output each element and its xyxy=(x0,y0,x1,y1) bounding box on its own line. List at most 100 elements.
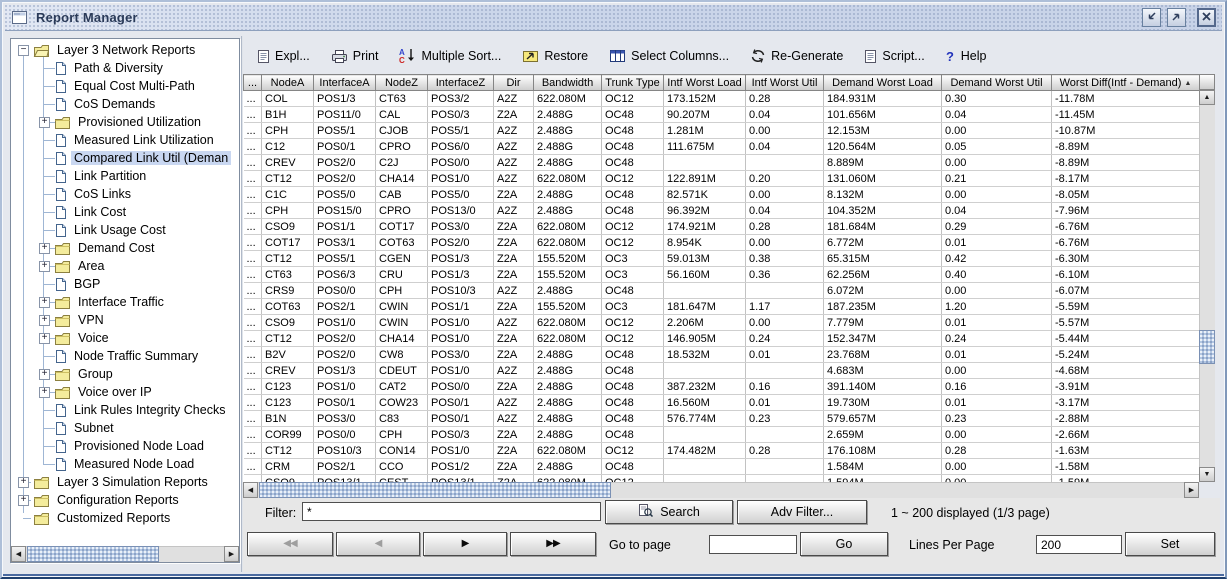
table-row[interactable]: ...CRMPOS2/1CCOPOS1/2Z2A2.488GOC481.584M… xyxy=(244,459,1200,475)
lines-per-page-input[interactable] xyxy=(1036,535,1122,554)
expand-icon[interactable]: + xyxy=(39,333,50,344)
tree-item-area[interactable]: +Area xyxy=(12,257,238,275)
table-horizontal-scrollbar[interactable]: ◀ ▶ xyxy=(243,482,1199,498)
expand-icon[interactable]: + xyxy=(39,369,50,380)
vertical-scrollbar-thumb[interactable] xyxy=(1199,330,1215,364)
search-button[interactable]: Search xyxy=(605,500,733,524)
last-page-button[interactable]: ▶▶ xyxy=(510,532,596,556)
tree-scroll-left-button[interactable]: ◀ xyxy=(11,546,26,562)
scroll-up-button[interactable]: ▲ xyxy=(1199,90,1215,105)
tree-item-provisioned-node-load[interactable]: Provisioned Node Load xyxy=(12,437,238,455)
tree-item-configuration-reports[interactable]: +Configuration Reports xyxy=(12,491,238,509)
column-header-trunk-type[interactable]: Trunk Type xyxy=(602,75,664,91)
previous-page-button[interactable]: ◀ xyxy=(336,532,420,556)
table-row[interactable]: ...COT63POS2/1CWINPOS1/1Z2A155.520MOC318… xyxy=(244,299,1200,315)
column-header-worst-diff-intf-demand[interactable]: Worst Diff(Intf - Demand)▲ xyxy=(1052,75,1200,91)
table-row[interactable]: ...CPHPOS5/1CJOBPOS5/1A2Z2.488GOC481.281… xyxy=(244,123,1200,139)
tree-scrollbar-thumb[interactable] xyxy=(27,546,159,562)
table-row[interactable]: ...COT17POS3/1COT63POS2/0Z2A622.080MOC12… xyxy=(244,235,1200,251)
tree-item-link-cost[interactable]: Link Cost xyxy=(12,203,238,221)
table-row[interactable]: ...C1CPOS5/0CABPOS5/0Z2A2.488GOC4882.571… xyxy=(244,187,1200,203)
tree-item-link-rules-integrity-checks[interactable]: Link Rules Integrity Checks xyxy=(12,401,238,419)
minimize-button[interactable] xyxy=(1142,8,1161,27)
column-header-bandwidth[interactable]: Bandwidth xyxy=(534,75,602,91)
table-row[interactable]: ...CREVPOS1/3CDEUTPOS1/0A2Z2.488GOC484.6… xyxy=(244,363,1200,379)
tree-item-measured-node-load[interactable]: Measured Node Load xyxy=(12,455,238,473)
table-row[interactable]: ...CT12POS2/0CHA14POS1/0A2Z622.080MOC121… xyxy=(244,171,1200,187)
expand-icon[interactable]: + xyxy=(39,297,50,308)
expand-icon[interactable]: + xyxy=(39,243,50,254)
table-row[interactable]: ...C12POS0/1CPROPOS6/0A2Z2.488GOC48111.6… xyxy=(244,139,1200,155)
table-row[interactable]: ...CT63POS6/3CRUPOS1/3Z2A155.520MOC356.1… xyxy=(244,267,1200,283)
expand-icon[interactable]: + xyxy=(18,495,29,506)
tree-item-provisioned-utilization[interactable]: +Provisioned Utilization xyxy=(12,113,238,131)
table-row[interactable]: ...COR99POS0/0CPHPOS0/3Z2A2.488GOC482.65… xyxy=(244,427,1200,443)
table-row[interactable]: ...CT12POS2/0CHA14POS1/0Z2A622.080MOC121… xyxy=(244,331,1200,347)
table-row[interactable]: ...CRS9POS0/0CPHPOS10/3A2Z2.488GOC486.07… xyxy=(244,283,1200,299)
table-row[interactable]: ...C123POS0/1COW23POS0/1A2Z2.488GOC4816.… xyxy=(244,395,1200,411)
toolbar-button-restore[interactable]: Restore xyxy=(518,47,592,65)
table-row[interactable]: ...CSO9POS1/1COT17POS3/0Z2A622.080MOC121… xyxy=(244,219,1200,235)
set-button[interactable]: Set xyxy=(1125,532,1215,556)
tree-horizontal-scrollbar[interactable]: ◀ ▶ xyxy=(11,546,239,562)
column-header-dir[interactable]: Dir xyxy=(494,75,534,91)
page-number-input[interactable] xyxy=(709,535,797,554)
table-row[interactable]: ...COLPOS1/3CT63POS3/2A2Z622.080MOC12173… xyxy=(244,91,1200,107)
column-header-item[interactable]: ... xyxy=(244,75,262,91)
toolbar-button-multiple-sort[interactable]: ACMultiple Sort... xyxy=(395,46,505,66)
title-bar[interactable]: Report Manager xyxy=(5,5,1222,31)
table-row[interactable]: ...CT12POS10/3CON14POS1/0Z2A622.080MOC12… xyxy=(244,443,1200,459)
tree-item-voice[interactable]: +Voice xyxy=(12,329,238,347)
expand-icon[interactable]: + xyxy=(39,387,50,398)
scroll-right-button[interactable]: ▶ xyxy=(1184,482,1199,498)
tree-item-cos-links[interactable]: CoS Links xyxy=(12,185,238,203)
toolbar-button-re-generate[interactable]: Re-Generate xyxy=(746,47,847,65)
table-vertical-scrollbar[interactable]: ▲ ▼ xyxy=(1199,90,1215,482)
tree-item-interface-traffic[interactable]: +Interface Traffic xyxy=(12,293,238,311)
tree-item-link-usage-cost[interactable]: Link Usage Cost xyxy=(12,221,238,239)
expand-icon[interactable]: + xyxy=(39,261,50,272)
column-header-interfacez[interactable]: InterfaceZ xyxy=(428,75,494,91)
table-row[interactable]: ...CT12POS5/1CGENPOS1/3Z2A155.520MOC359.… xyxy=(244,251,1200,267)
toolbar-button-expl[interactable]: Expl... xyxy=(253,47,314,66)
column-header-intf-worst-util[interactable]: Intf Worst Util xyxy=(746,75,824,91)
toolbar-button-select-columns[interactable]: Select Columns... xyxy=(605,47,733,65)
tree-scroll-right-button[interactable]: ▶ xyxy=(224,546,239,562)
tree-item-layer-3-simulation-reports[interactable]: +Layer 3 Simulation Reports xyxy=(12,473,238,491)
table-row[interactable]: ...CREVPOS2/0C2JPOS0/0A2Z2.488GOC488.889… xyxy=(244,155,1200,171)
table-row-partial[interactable]: ...CSO9POS13/1CESTPOS13/1Z2A622.080MOC12… xyxy=(244,475,1200,483)
table-row[interactable]: ...CSO9POS1/0CWINPOS1/0A2Z622.080MOC122.… xyxy=(244,315,1200,331)
close-button[interactable] xyxy=(1197,8,1216,27)
next-page-button[interactable]: ▶ xyxy=(423,532,507,556)
expand-icon[interactable]: + xyxy=(18,477,29,488)
scroll-left-button[interactable]: ◀ xyxy=(243,482,258,498)
tree-item-layer-3-network-reports[interactable]: −Layer 3 Network Reports xyxy=(12,41,238,59)
tree-item-link-partition[interactable]: Link Partition xyxy=(12,167,238,185)
tree-item-cos-demands[interactable]: CoS Demands xyxy=(12,95,238,113)
column-header-demand-worst-util[interactable]: Demand Worst Util xyxy=(942,75,1052,91)
collapse-icon[interactable]: − xyxy=(18,45,29,56)
tree-item-voice-over-ip[interactable]: +Voice over IP xyxy=(12,383,238,401)
column-header-interfacea[interactable]: InterfaceA xyxy=(314,75,376,91)
horizontal-scrollbar-thumb[interactable] xyxy=(259,482,611,498)
toolbar-button-help[interactable]: ?Help xyxy=(942,47,991,66)
tree-item-vpn[interactable]: +VPN xyxy=(12,311,238,329)
tree-item-node-traffic-summary[interactable]: Node Traffic Summary xyxy=(12,347,238,365)
table-row[interactable]: ...C123POS1/0CAT2POS0/0Z2A2.488GOC48387.… xyxy=(244,379,1200,395)
scroll-down-button[interactable]: ▼ xyxy=(1199,467,1215,482)
toolbar-button-script[interactable]: Script... xyxy=(860,47,928,66)
tree-item-path-diversity[interactable]: Path & Diversity xyxy=(12,59,238,77)
column-header-intf-worst-load[interactable]: Intf Worst Load xyxy=(664,75,746,91)
expand-icon[interactable]: + xyxy=(39,315,50,326)
table-row[interactable]: ...CPHPOS15/0CPROPOS13/0A2Z2.488GOC4896.… xyxy=(244,203,1200,219)
table-row[interactable]: ...B2VPOS2/0CW8POS3/0Z2A2.488GOC4818.532… xyxy=(244,347,1200,363)
toolbar-button-print[interactable]: Print xyxy=(327,47,383,66)
tree-item-bgp[interactable]: BGP xyxy=(12,275,238,293)
column-header-nodea[interactable]: NodeA xyxy=(262,75,314,91)
tree-item-equal-cost-multi-path[interactable]: Equal Cost Multi-Path xyxy=(12,77,238,95)
tree-item-group[interactable]: +Group xyxy=(12,365,238,383)
maximize-button[interactable] xyxy=(1167,8,1186,27)
tree-item-compared-link-util-deman[interactable]: Compared Link Util (Deman xyxy=(12,149,238,167)
tree-item-subnet[interactable]: Subnet xyxy=(12,419,238,437)
column-header-nodez[interactable]: NodeZ xyxy=(376,75,428,91)
